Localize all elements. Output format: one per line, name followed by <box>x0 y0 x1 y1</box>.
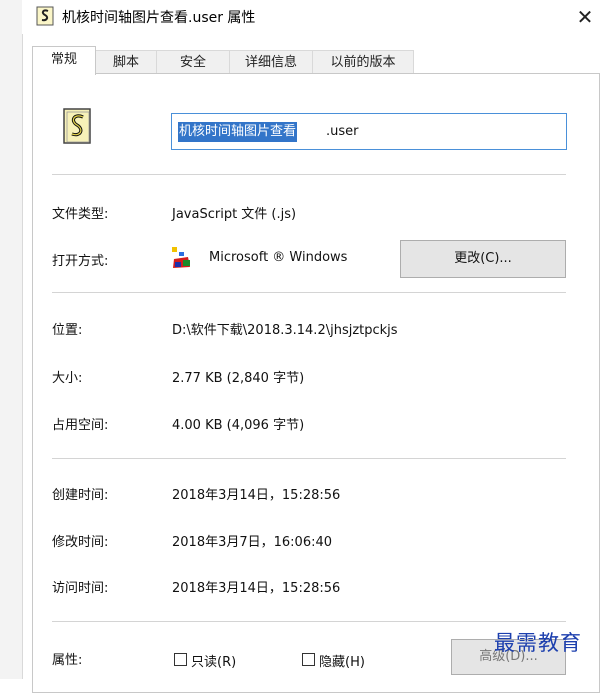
modified-value: 2018年3月7日，16:06:40 <box>172 535 333 550</box>
window-edge <box>0 0 23 679</box>
tab-script[interactable]: 脚本 <box>95 50 157 74</box>
close-button[interactable]: ✕ <box>572 4 598 30</box>
modified-label: 修改时间: <box>52 535 109 550</box>
watermark-text: 最需教育 <box>494 631 582 655</box>
file-type-label: 文件类型: <box>52 207 109 222</box>
tab-details[interactable]: 详细信息 <box>229 50 313 74</box>
window-title: 机核时间轴图片查看.user 属性 <box>62 10 256 26</box>
location-value: D:\软件下载\2018.3.14.2\jhsjztpckjs <box>172 323 398 338</box>
size-on-disk-value: 4.00 KB (4,096 字节) <box>172 418 305 433</box>
change-button[interactable]: 更改(C)... <box>400 240 566 278</box>
created-label: 创建时间: <box>52 488 109 503</box>
tab-security[interactable]: 安全 <box>156 50 230 74</box>
open-with-label: 打开方式: <box>52 254 109 269</box>
file-name-selected-text: 机核时间轴图片查看 <box>178 122 298 142</box>
javascript-file-icon <box>36 6 54 26</box>
divider <box>52 292 566 293</box>
file-name-input[interactable]: 机核时间轴图片查看 .user <box>171 113 567 150</box>
javascript-file-icon <box>63 108 91 144</box>
divider <box>52 621 566 622</box>
readonly-checkbox[interactable] <box>174 653 187 666</box>
size-on-disk-label: 占用空间: <box>52 418 109 433</box>
windows-script-host-icon <box>172 247 190 268</box>
tab-general[interactable]: 常规 <box>32 46 96 75</box>
divider <box>52 458 566 459</box>
readonly-label[interactable]: 只读(R) <box>191 651 236 670</box>
location-label: 位置: <box>52 323 83 338</box>
size-value: 2.77 KB (2,840 字节) <box>172 371 305 386</box>
open-with-value: Microsoft ® Windows <box>209 250 348 265</box>
created-value: 2018年3月14日，15:28:56 <box>172 488 341 503</box>
file-type-value: JavaScript 文件 (.js) <box>172 207 297 222</box>
hidden-label[interactable]: 隐藏(H) <box>319 651 365 670</box>
attributes-label: 属性: <box>52 653 83 668</box>
file-name-extension: .user <box>326 124 359 139</box>
hidden-checkbox[interactable] <box>302 653 315 666</box>
size-label: 大小: <box>52 371 83 386</box>
properties-dialog: 机核时间轴图片查看.user 属性 ✕ 常规 脚本 安全 详细信息 以前的版本 … <box>0 0 612 693</box>
general-panel <box>32 73 600 693</box>
tab-previous-versions[interactable]: 以前的版本 <box>312 50 414 74</box>
divider <box>52 174 566 175</box>
accessed-value: 2018年3月14日，15:28:56 <box>172 581 341 596</box>
title-bar: 机核时间轴图片查看.user 属性 ✕ <box>22 0 612 34</box>
accessed-label: 访问时间: <box>52 581 109 596</box>
